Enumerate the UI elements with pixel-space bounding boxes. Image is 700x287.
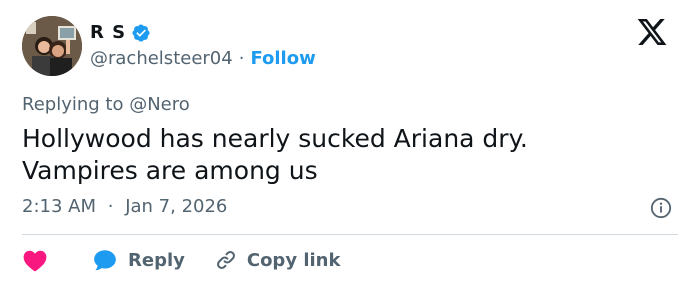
like-button[interactable] — [22, 248, 48, 272]
info-icon[interactable] — [650, 197, 672, 219]
reply-context: Replying to @Nero — [22, 94, 190, 115]
heart-icon — [23, 250, 47, 272]
timestamp-time: 2:13 AM — [22, 196, 96, 217]
separator-dot: · — [107, 196, 114, 217]
separator-dot: · — [238, 48, 245, 69]
tweet-line: Hollywood has nearly sucked Ariana dry. — [22, 124, 528, 153]
divider — [22, 234, 678, 235]
action-bar: Reply Copy link — [22, 246, 340, 274]
user-name[interactable]: R S — [90, 22, 126, 43]
timestamp-date: Jan 7, 2026 — [125, 196, 228, 217]
reply-context-prefix: Replying to — [22, 94, 124, 115]
verified-badge-icon — [132, 23, 150, 42]
follow-button[interactable]: Follow — [250, 48, 315, 69]
reply-button[interactable]: Reply — [48, 248, 185, 272]
handle-row: @rachelsteer04 · Follow — [90, 48, 316, 69]
avatar-photo — [22, 16, 82, 76]
tweet-timestamp[interactable]: 2:13 AM · Jan 7, 2026 — [22, 196, 227, 217]
reply-mention-link[interactable]: @Nero — [129, 94, 190, 115]
tweet-text: Hollywood has nearly sucked Ariana dry. … — [22, 123, 662, 187]
reply-label: Reply — [128, 249, 185, 271]
link-icon — [216, 251, 235, 269]
reply-bubble-icon — [94, 250, 116, 271]
user-name-row: R S — [90, 22, 151, 43]
avatar[interactable] — [22, 16, 82, 76]
x-logo-icon[interactable] — [636, 16, 668, 48]
copy-link-label: Copy link — [246, 249, 341, 271]
copy-link-button[interactable]: Copy link — [185, 249, 341, 271]
tweet-line: Vampires are among us — [22, 156, 318, 185]
user-handle[interactable]: @rachelsteer04 — [90, 48, 233, 69]
